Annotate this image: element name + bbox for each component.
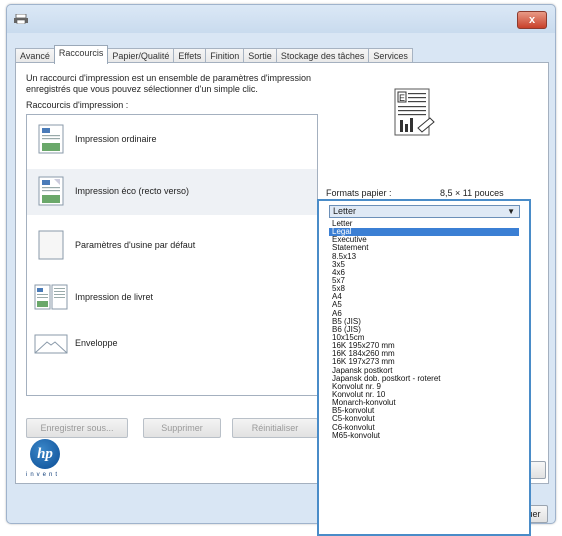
paper-format-option[interactable]: B5-konvolut (329, 407, 519, 415)
shortcuts-list-label: Raccourcis d'impression : (26, 100, 129, 110)
paper-format-dropdown-frame: Letter ▼ Letter Legal Executive Statement 8.… (317, 199, 531, 536)
reset-button[interactable]: Réinitialiser (232, 418, 318, 438)
shortcut-item-eco-duplex[interactable]: Impression éco (recto verso) (27, 169, 317, 215)
paper-format-option[interactable]: A5 (329, 301, 519, 309)
shortcut-label: Impression de livret (75, 292, 154, 302)
paper-format-options-list: Letter Legal Executive Statement 8.5x13 3x5 4x… (329, 220, 519, 440)
paper-format-option[interactable]: Letter (329, 220, 519, 228)
paper-format-option[interactable]: 3x5 (329, 261, 519, 269)
print-properties-window: x Avancé Raccourcis Papier/Qualité Effets Fi… (6, 4, 556, 536)
shortcut-label: Enveloppe (75, 338, 118, 348)
paper-format-option[interactable]: Japansk postkort (329, 367, 519, 375)
paper-format-option[interactable]: Legal (329, 228, 519, 237)
paper-format-option[interactable]: 16K 197x273 mm (329, 358, 519, 366)
delete-button[interactable]: Supprimer (143, 418, 221, 438)
paper-format-option[interactable]: 5x7 (329, 277, 519, 285)
hp-logo: hp (30, 439, 60, 469)
tab-raccourcis[interactable]: Raccourcis (53, 45, 109, 64)
shortcut-item-envelope[interactable]: Enveloppe (27, 321, 317, 367)
hp-tagline: invent (26, 472, 61, 478)
paper-format-option[interactable]: Statement (329, 244, 519, 252)
paper-format-option[interactable]: B6 (JIS) (329, 326, 519, 334)
paper-format-option[interactable]: Japansk dob. postkort - roteret (329, 375, 519, 383)
svg-text:E: E (399, 93, 405, 103)
paper-format-option[interactable]: M65-konvolut (329, 432, 519, 440)
paper-format-option[interactable]: 16K 184x260 mm (329, 350, 519, 358)
booklet-icon (34, 284, 68, 310)
shortcuts-description: Un raccourci d'impression est un ensembl… (26, 73, 312, 94)
paper-format-option[interactable]: B5 (JIS) (329, 318, 519, 326)
shortcut-label: Impression éco (recto verso) (75, 186, 190, 196)
paper-format-option[interactable]: Konvolut nr. 9 (329, 383, 519, 391)
shortcut-item-booklet[interactable]: Impression de livret (27, 275, 317, 321)
shortcut-label: Paramètres d'usine par défaut (75, 240, 196, 250)
paper-format-option[interactable]: 8.5x13 (329, 253, 519, 261)
envelope-icon (34, 334, 68, 354)
paper-format-option[interactable]: 4x6 (329, 269, 519, 277)
paper-format-option[interactable]: A6 (329, 310, 519, 318)
blank-page-icon (38, 230, 64, 260)
title-bar: x (7, 5, 555, 33)
paper-format-option[interactable]: 16K 195x270 mm (329, 342, 519, 350)
shortcuts-list: Impression ordinaire Impression éco (rec… (26, 114, 318, 396)
paper-format-option[interactable]: Konvolut nr. 10 (329, 391, 519, 399)
paper-formats-label: Formats papier : (326, 188, 392, 198)
paper-format-option[interactable]: A4 (329, 293, 519, 301)
paper-format-selected: Letter (333, 206, 357, 216)
paper-format-option[interactable]: Executive (329, 236, 519, 244)
printer-icon (14, 14, 28, 24)
paper-format-option[interactable]: C6-konvolut (329, 424, 519, 432)
paper-format-option[interactable]: 5x8 (329, 285, 519, 293)
shortcuts-panel: Un raccourci d'impression est un ensembl… (15, 62, 549, 536)
save-as-button[interactable]: Enregistrer sous... (26, 418, 128, 438)
paper-format-select[interactable]: Letter ▼ (329, 205, 520, 218)
tab-bar: Avancé Raccourcis Papier/Qualité Effets Fini… (15, 45, 413, 64)
paper-format-option[interactable]: C5-konvolut (329, 415, 519, 423)
duplex-document-icon (38, 176, 64, 206)
shortcut-item-factory-defaults[interactable]: Paramètres d'usine par défaut (27, 223, 317, 269)
document-icon (38, 124, 64, 154)
chevron-down-icon: ▼ (507, 207, 515, 216)
paper-size-value: 8,5 × 11 pouces (440, 188, 504, 198)
shortcut-label: Impression ordinaire (75, 134, 157, 144)
document-preview-icon: E (394, 88, 435, 136)
paper-format-option[interactable]: 10x15cm (329, 334, 519, 342)
paper-format-option[interactable]: Monarch-konvolut (329, 399, 519, 407)
close-button[interactable]: x (517, 11, 547, 29)
shortcut-item-ordinary[interactable]: Impression ordinaire (27, 117, 317, 163)
